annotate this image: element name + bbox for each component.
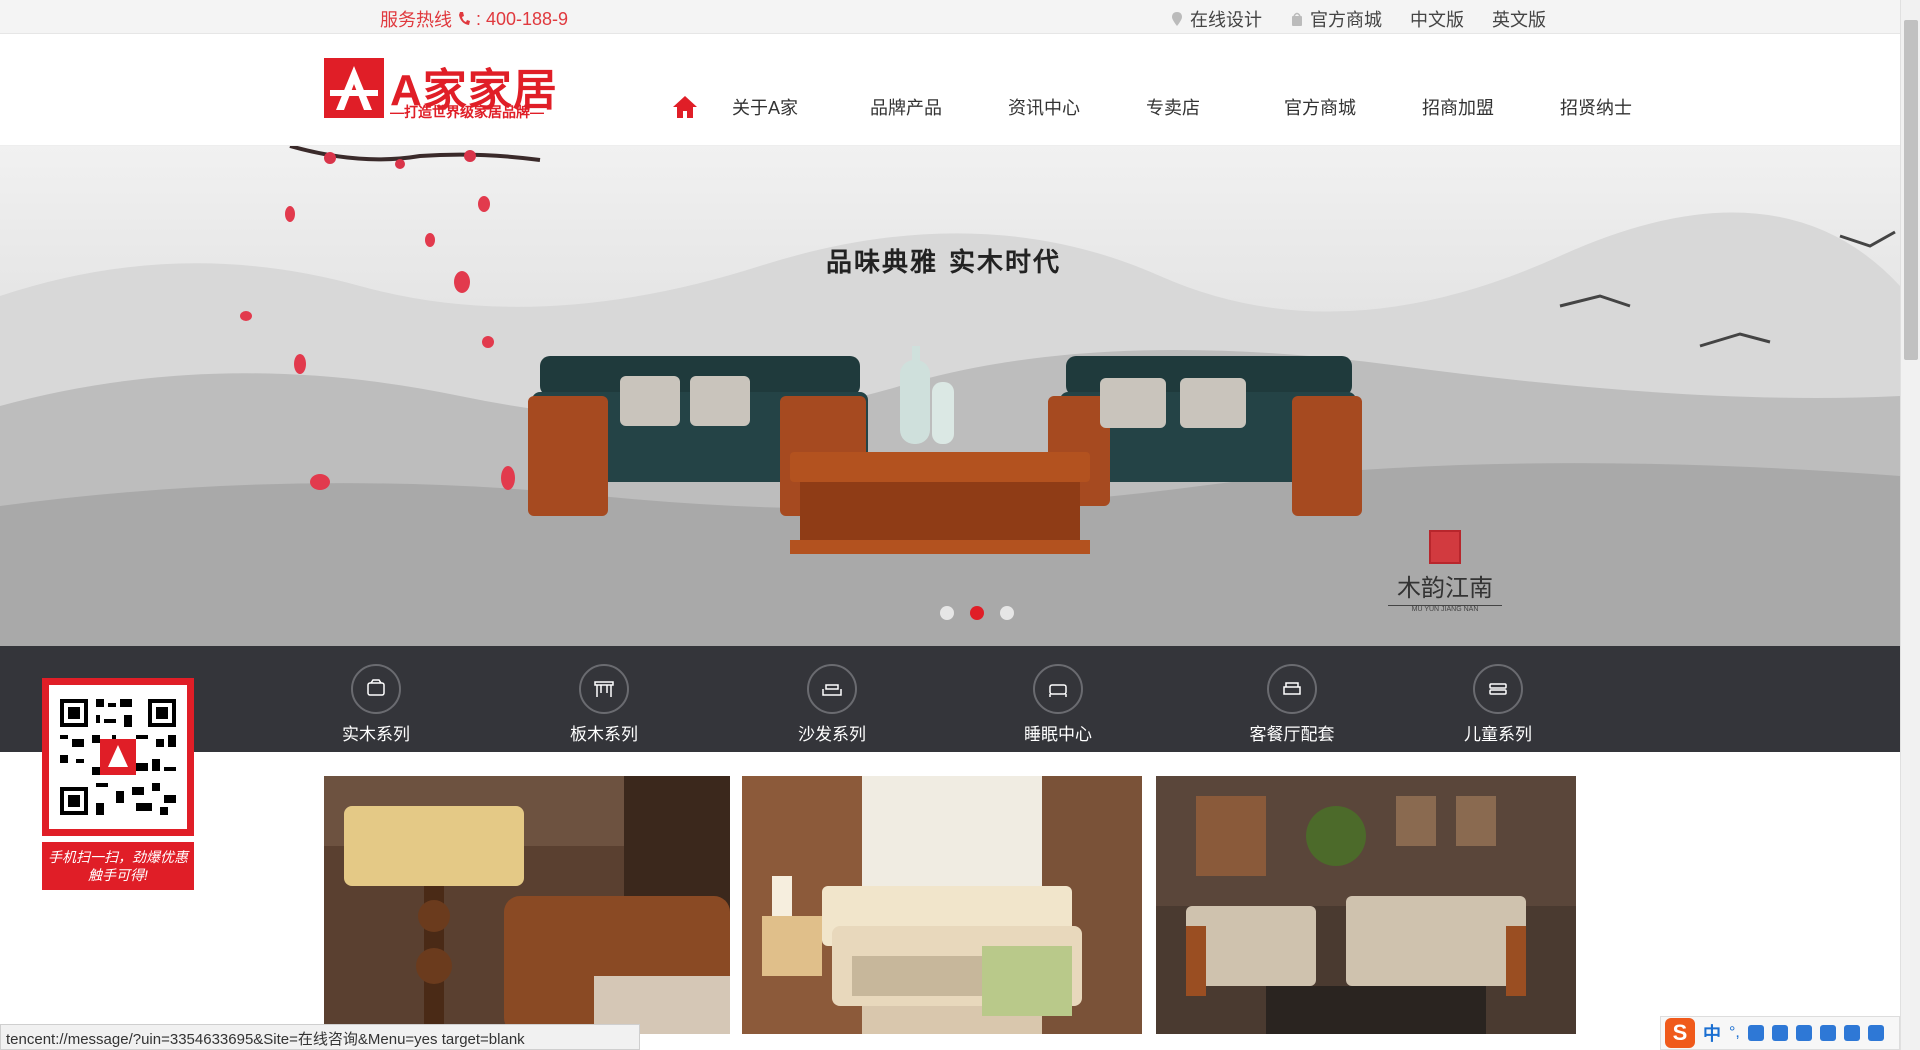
keyboard-icon[interactable] [1795, 1025, 1812, 1041]
user-icon[interactable] [1819, 1025, 1836, 1041]
main-nav: 关于A家 品牌产品 资讯中心 专卖店 官方商城 招商加盟 招贤纳士 [672, 94, 1632, 120]
top-link-label: 英文版 [1492, 10, 1546, 30]
carousel-dot[interactable] [1000, 606, 1014, 620]
banner-slogan: 品味典雅 实木时代 [826, 248, 1062, 278]
product-image-bed[interactable] [742, 776, 1142, 1034]
category-kids[interactable]: 儿童系列 [1438, 664, 1558, 745]
shopping-bag-icon [1292, 12, 1302, 26]
banner-brand-mark: 木韵江南 MU YUN JIANG NAN [1388, 530, 1502, 613]
product-image-bedroom-lamp[interactable] [324, 776, 730, 1034]
carousel-dots [940, 606, 1014, 620]
category-bar: 实木系列 板木系列 沙发系列 睡眠中心 客餐厅配套 儿童系列 [0, 646, 1900, 752]
nav-item-franchise[interactable]: 招商加盟 [1422, 94, 1560, 120]
bed-icon [1033, 664, 1083, 714]
nav-item-careers[interactable]: 招贤纳士 [1560, 94, 1632, 120]
grid-menu-icon[interactable] [1867, 1025, 1884, 1041]
ime-toolbar[interactable]: S 中 °, [1660, 1016, 1900, 1050]
nav-item-news[interactable]: 资讯中心 [1008, 94, 1146, 120]
location-pin-icon [1172, 12, 1182, 26]
qr-code-image [49, 685, 187, 829]
category-label: 睡眠中心 [1024, 725, 1092, 744]
top-link-online-design[interactable]: 在线设计 [1170, 6, 1262, 32]
top-link-english[interactable]: 英文版 [1492, 6, 1546, 32]
page-scrollbar[interactable] [1900, 0, 1920, 1050]
category-label: 沙发系列 [798, 725, 866, 744]
category-solid-wood[interactable]: 实木系列 [316, 664, 436, 745]
top-link-chinese[interactable]: 中文版 [1410, 6, 1464, 32]
seal-icon [1429, 530, 1461, 564]
site-logo[interactable]: A家家居 —打造世界级家居品牌— [324, 58, 576, 120]
emoji-icon[interactable] [1747, 1025, 1764, 1041]
site-header: A家家居 —打造世界级家居品牌— 关于A家 品牌产品 资讯中心 专卖店 官方商城… [0, 34, 1900, 146]
category-label: 板木系列 [570, 725, 638, 744]
logo-subtitle: —打造世界级家居品牌— [390, 104, 544, 120]
cabinet-icon [351, 664, 401, 714]
hero-banner[interactable]: 品味典雅 实木时代 木韵江南 MU YUN JIANG NAN [0, 146, 1900, 646]
qr-code-panel[interactable]: 手机扫一扫，劲爆优惠触手可得! [42, 678, 194, 890]
category-panel-wood[interactable]: 板木系列 [544, 664, 664, 745]
scrollbar-thumb[interactable] [1904, 20, 1918, 360]
table-icon [579, 664, 629, 714]
home-icon[interactable] [672, 94, 698, 120]
category-living-dining[interactable]: 客餐厅配套 [1222, 664, 1362, 745]
carousel-dot-active[interactable] [970, 606, 984, 620]
carousel-dot[interactable] [940, 606, 954, 620]
qr-frame [42, 678, 194, 836]
banner-brand-sub: MU YUN JIANG NAN [1388, 605, 1502, 613]
top-link-label: 中文版 [1410, 10, 1464, 30]
top-bar: 服务热线 : 400-188-9 在线设计 官方商城 中文版 英文版 [0, 0, 1900, 34]
microphone-icon[interactable] [1771, 1025, 1788, 1041]
top-link-official-mall[interactable]: 官方商城 [1290, 6, 1382, 32]
qr-caption: 手机扫一扫，劲爆优惠触手可得! [42, 842, 194, 890]
nav-item-about[interactable]: 关于A家 [732, 94, 870, 120]
kids-bed-icon [1473, 664, 1523, 714]
hotline: 服务热线 : 400-188-9 [380, 6, 568, 32]
hotline-label: 服务热线 [380, 10, 452, 30]
nav-item-products[interactable]: 品牌产品 [870, 94, 1008, 120]
nav-item-mall[interactable]: 官方商城 [1284, 94, 1422, 120]
status-bar-url: tencent://message/?uin=3354633695&Site=在… [0, 1024, 640, 1050]
top-link-label: 官方商城 [1310, 10, 1382, 30]
dining-sofa-icon [1267, 664, 1317, 714]
banner-brand-name: 木韵江南 [1397, 574, 1493, 602]
banner-artwork [0, 146, 1900, 646]
sofa-icon [807, 664, 857, 714]
category-sofa[interactable]: 沙发系列 [772, 664, 892, 745]
skin-icon[interactable] [1843, 1025, 1860, 1041]
top-links: 在线设计 官方商城 中文版 英文版 [1170, 6, 1574, 32]
category-label: 儿童系列 [1464, 725, 1532, 744]
sogou-logo-icon: S [1665, 1018, 1695, 1048]
phone-icon [459, 12, 470, 25]
ime-language[interactable]: 中 [1703, 1020, 1721, 1046]
category-label: 客餐厅配套 [1249, 725, 1335, 744]
nav-item-stores[interactable]: 专卖店 [1146, 94, 1284, 120]
category-label: 实木系列 [342, 725, 410, 744]
top-link-label: 在线设计 [1190, 10, 1262, 30]
product-image-living-room[interactable] [1156, 776, 1576, 1034]
hotline-number: : 400-188-9 [476, 8, 569, 29]
punctuation-icon[interactable]: °, [1729, 1024, 1740, 1042]
category-sleep[interactable]: 睡眠中心 [998, 664, 1118, 745]
